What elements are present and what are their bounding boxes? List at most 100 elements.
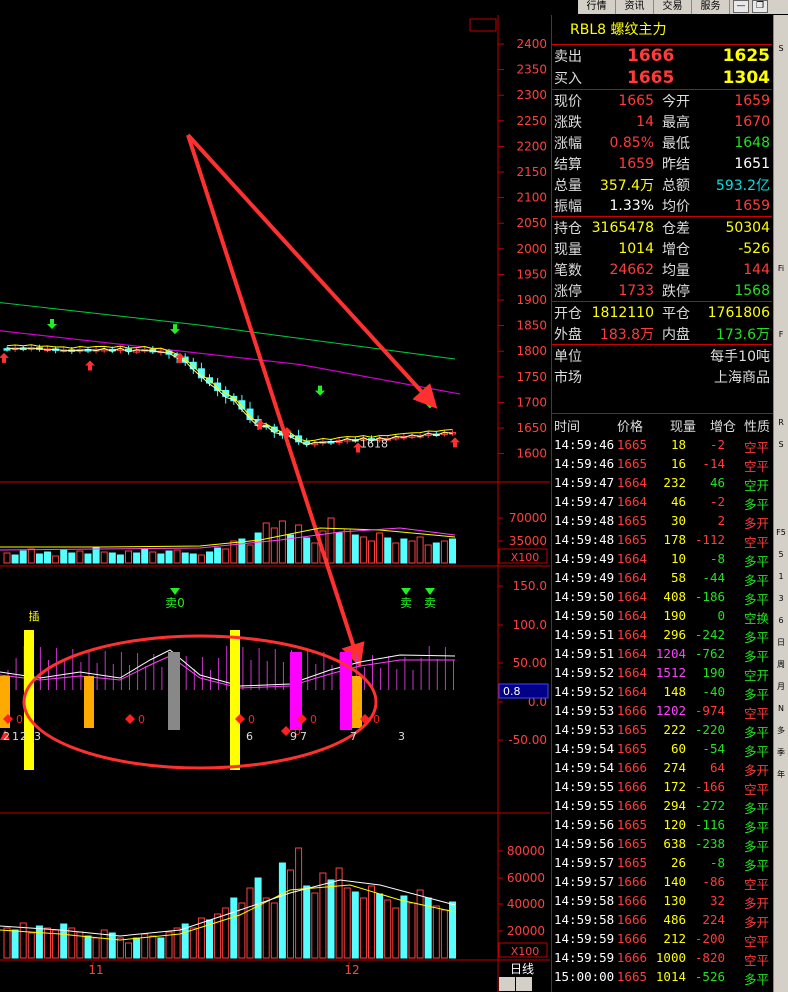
tick-row[interactable]: 14:59:57 1666 140 -86 空平: [552, 872, 773, 892]
toolbar-button[interactable]: R: [774, 413, 788, 433]
quote-group: 单位 每手10吨 市场 上海商品: [552, 344, 772, 387]
volume-bar: [84, 935, 92, 959]
tick-price: 1665: [616, 741, 647, 756]
price-tick-label: 2250: [516, 114, 547, 128]
tick-row[interactable]: 14:59:46 1665 16 -14 空平: [552, 454, 773, 474]
tick-row[interactable]: 14:59:53 1666 1202 -974 空平: [552, 701, 773, 721]
toolbar-button[interactable]: [774, 61, 788, 81]
tick-row[interactable]: 14:59:56 1665 120 -116 多平: [552, 815, 773, 835]
toolbar-button[interactable]: [774, 17, 788, 37]
toolbar-button[interactable]: 3: [774, 589, 788, 609]
toolbar-button[interactable]: [774, 347, 788, 367]
tab-service[interactable]: 服务: [692, 0, 730, 14]
tick-row[interactable]: 14:59:54 1665 60 -54 多平: [552, 739, 773, 759]
tick-row[interactable]: 14:59:49 1664 10 -8 多平: [552, 549, 773, 569]
stat-label: 结算: [554, 156, 582, 173]
tick-time: 14:59:50: [554, 589, 615, 604]
tick-row[interactable]: 14:59:47 1664 46 -2 多平: [552, 492, 773, 512]
tick-row[interactable]: 14:59:47 1664 232 46 空开: [552, 473, 773, 493]
toolbar-button[interactable]: [774, 237, 788, 257]
toolbar-button[interactable]: 月: [774, 677, 788, 697]
toolbar-button[interactable]: 日: [774, 633, 788, 653]
toolbar-button[interactable]: 6: [774, 611, 788, 631]
tick-row[interactable]: 14:59:49 1664 58 -44 多平: [552, 568, 773, 588]
toolbar-button[interactable]: [774, 105, 788, 125]
tick-oi-change: -8: [709, 855, 725, 870]
kline-chart-area[interactable]: 2400235023002250220021502100205020001950…: [0, 0, 550, 992]
toolbar-button[interactable]: [774, 457, 788, 477]
tick-row[interactable]: 14:59:51 1664 296 -242 多平: [552, 625, 773, 645]
toolbar-button[interactable]: F: [774, 325, 788, 345]
volume-bar: [68, 927, 76, 959]
toolbar-button[interactable]: 5: [774, 545, 788, 565]
volume-bar: [84, 553, 92, 564]
toolbar-button[interactable]: [774, 83, 788, 103]
toolbar-button[interactable]: Fi: [774, 259, 788, 279]
toolbar-button[interactable]: [774, 303, 788, 323]
volume-bar: [35, 925, 43, 959]
tick-row[interactable]: 14:59:48 1665 30 2 多开: [552, 511, 773, 531]
toolbar-button[interactable]: 1: [774, 567, 788, 587]
toolbar-button[interactable]: S: [774, 39, 788, 59]
toolbar-button[interactable]: 周: [774, 655, 788, 675]
tick-row[interactable]: 14:59:53 1665 222 -220 多平: [552, 720, 773, 740]
toolbar-button[interactable]: [774, 281, 788, 301]
date-label: 12: [344, 963, 359, 977]
tick-row[interactable]: 14:59:58 1666 486 224 多开: [552, 910, 773, 930]
tick-row[interactable]: 14:59:54 1666 274 64 多开: [552, 758, 773, 778]
toolbar-button[interactable]: [774, 171, 788, 191]
tab-trade[interactable]: 交易: [654, 0, 692, 14]
tick-row[interactable]: 14:59:46 1665 18 -2 空平: [552, 435, 773, 455]
toolbar-button[interactable]: [774, 149, 788, 169]
tick-type: 多平: [744, 972, 770, 987]
price-tick-label: 2400: [516, 37, 547, 51]
tab-market[interactable]: 行情: [578, 0, 616, 14]
tick-row[interactable]: 14:59:59 1666 1000 -820 空平: [552, 948, 773, 968]
toolbar-button[interactable]: [774, 479, 788, 499]
stat-label: 持仓: [554, 220, 582, 237]
tick-row[interactable]: 14:59:55 1666 294 -272 多平: [552, 796, 773, 816]
volume-bar: [440, 540, 448, 564]
minimize-button[interactable]: —: [733, 0, 749, 13]
toolbar-button[interactable]: [774, 391, 788, 411]
ma-line-white: [6, 347, 453, 446]
tick-header: 时间 价格 现量 增仓 性质: [552, 414, 773, 435]
volume-bar: [335, 867, 343, 959]
toolbar-button[interactable]: [774, 215, 788, 235]
toolbar-button[interactable]: S: [774, 435, 788, 455]
annotation-ellipse: [22, 634, 378, 770]
tick-row[interactable]: 14:59:57 1665 26 -8 多平: [552, 853, 773, 873]
tick-row[interactable]: 15:00:00 1665 1014 -526 多平: [552, 967, 773, 987]
toolbar-button[interactable]: [774, 193, 788, 213]
toolbar-button[interactable]: N: [774, 699, 788, 719]
right-toolbar: S Fi F R S F5 5 1 3 6 日周月 N 多季年: [773, 15, 788, 992]
tick-row[interactable]: 14:59:52 1664 1512 190 空开: [552, 663, 773, 683]
tick-row[interactable]: 14:59:48 1665 178 -112 空平: [552, 530, 773, 550]
tick-oi-change: -8: [709, 551, 725, 566]
tab-news[interactable]: 资讯: [616, 0, 654, 14]
signal-label: 0: [138, 713, 145, 726]
toolbar-button[interactable]: [774, 501, 788, 521]
tick-row[interactable]: 14:59:58 1666 130 32 多开: [552, 891, 773, 911]
volume-bar: [125, 550, 132, 564]
volume-unit-label: X100: [511, 551, 540, 564]
tick-row[interactable]: 14:59:50 1664 408 -186 多平: [552, 587, 773, 607]
toolbar-button[interactable]: 多: [774, 721, 788, 741]
toolbar-button[interactable]: 年: [774, 765, 788, 785]
restore-button[interactable]: ❐: [752, 0, 768, 13]
toolbar-button[interactable]: [774, 127, 788, 147]
tick-row[interactable]: 14:59:56 1665 638 -238 多平: [552, 834, 773, 854]
toolbar-button[interactable]: F5: [774, 523, 788, 543]
tick-row[interactable]: 14:59:59 1666 212 -200 空平: [552, 929, 773, 949]
toolbar-button[interactable]: 季: [774, 743, 788, 763]
signal-label: 卖: [424, 596, 436, 610]
tick-row[interactable]: 14:59:52 1664 148 -40 多平: [552, 682, 773, 702]
tick-row[interactable]: 14:59:50 1664 190 0 空换: [552, 606, 773, 626]
tick-price: 1666: [616, 912, 647, 927]
tick-table[interactable]: 时间 价格 现量 增仓 性质 14:59:46 1665 18 -2 空平 14:59:46 1665…: [552, 413, 773, 987]
tick-row[interactable]: 14:59:51 1664 1204 -762 多平: [552, 644, 773, 664]
volume-tick-label: 60000: [507, 871, 545, 885]
signal-number: 3: [34, 730, 41, 743]
toolbar-button[interactable]: [774, 369, 788, 389]
tick-row[interactable]: 14:59:55 1666 172 -166 空平: [552, 777, 773, 797]
